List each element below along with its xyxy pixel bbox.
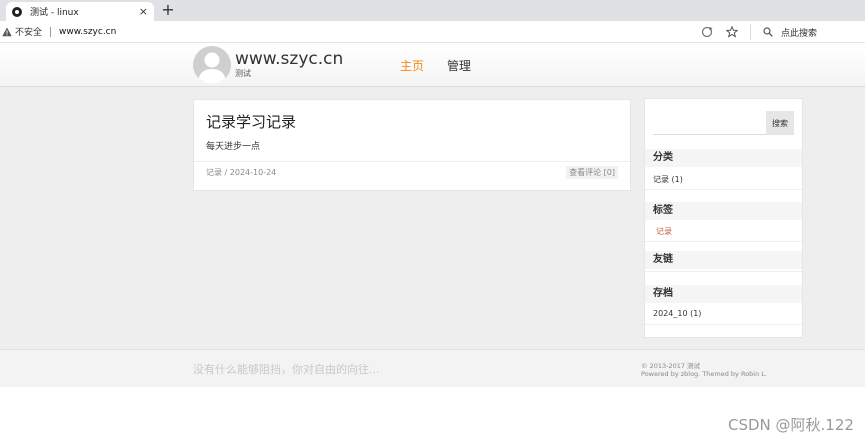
sidebar-category-item[interactable]: 记录 (1): [653, 174, 683, 185]
translate-icon[interactable]: [700, 25, 714, 39]
sidebar-divider: [645, 324, 802, 325]
sidebar-divider: [645, 241, 802, 242]
sidebar-heading-tags: 标签: [645, 202, 802, 220]
avatar: [193, 46, 231, 84]
sidebar-heading-categories: 分类: [645, 149, 802, 167]
site-favicon-icon: [12, 6, 22, 17]
nav-home-link[interactable]: 主页: [400, 57, 424, 74]
sidebar: 搜索 分类 记录 (1) 标签 记录 友链 存档 2024_10 (1): [644, 98, 803, 338]
new-tab-button[interactable]: +: [160, 1, 176, 19]
search-icon: [763, 27, 773, 37]
tab-title: 测试 - linux: [30, 8, 79, 18]
site-title[interactable]: www.szyc.cn: [235, 49, 343, 69]
footer-slogan: 没有什么能够阻挡，你对自由的向往...: [193, 363, 380, 376]
site-subtitle: 测试: [235, 69, 251, 78]
site-footer: 没有什么能够阻挡，你对自由的向往... © 2013-2017 测试 Power…: [0, 349, 865, 387]
tab-close-icon[interactable]: ×: [139, 5, 148, 18]
footer-copyright: © 2013-2017 测试: [641, 362, 701, 370]
sidebar-archive-item[interactable]: 2024_10 (1): [653, 309, 701, 318]
address-bar: 不安全 www.szyc.cn 点此搜索: [0, 21, 865, 43]
sidebar-heading-archive: 存档: [645, 285, 802, 303]
sidebar-search-button[interactable]: 搜索: [766, 111, 794, 135]
post-title[interactable]: 记录学习记录: [206, 111, 296, 132]
sidebar-tag-item[interactable]: 记录: [656, 226, 672, 237]
address-divider: [50, 26, 52, 37]
url-input[interactable]: www.szyc.cn: [59, 27, 116, 37]
browser-search-placeholder: 点此搜索: [781, 28, 818, 39]
sidebar-heading-links: 友链: [645, 251, 802, 269]
browser-tab[interactable]: 测试 - linux ×: [6, 2, 154, 21]
post-excerpt: 每天进步一点: [206, 142, 261, 152]
footer-powered-by: Powered by zblog. Themed by Robin L.: [641, 370, 767, 378]
warning-icon[interactable]: [2, 27, 12, 37]
nav-admin-link[interactable]: 管理: [447, 57, 471, 74]
sidebar-search-input[interactable]: [653, 134, 766, 135]
post-card: 记录学习记录 每天进步一点 记录 / 2024-10-24 查看评论 [0]: [193, 99, 631, 191]
insecure-label[interactable]: 不安全: [15, 25, 42, 38]
post-comments-link[interactable]: 查看评论 [0]: [566, 166, 618, 179]
sidebar-divider: [645, 189, 802, 190]
post-divider: [194, 161, 630, 162]
sidebar-divider: [645, 271, 802, 272]
site-header: www.szyc.cn 测试 主页 管理: [0, 43, 865, 87]
csdn-watermark: CSDN @阿秋.122: [728, 416, 854, 434]
browser-search-box[interactable]: 点此搜索: [750, 24, 865, 40]
browser-tabstrip: 测试 - linux × +: [0, 0, 865, 21]
bookmark-star-icon[interactable]: [725, 25, 739, 39]
post-meta[interactable]: 记录 / 2024-10-24: [206, 167, 276, 178]
